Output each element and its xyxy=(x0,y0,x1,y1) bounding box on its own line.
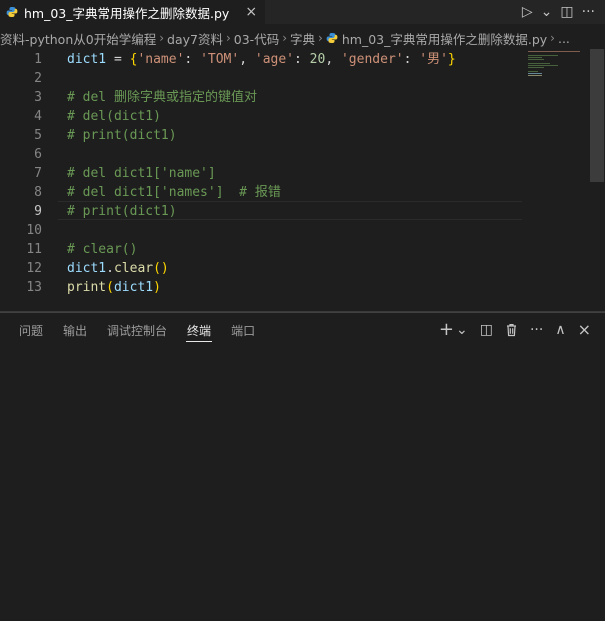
code-text: # print(dict1) xyxy=(67,204,177,219)
editor-actions: ▷ ⌄ ◫ ··· xyxy=(522,0,605,24)
line-number: 1 xyxy=(34,52,42,67)
close-icon[interactable]: × xyxy=(245,5,257,19)
chevron-right-icon: › xyxy=(282,31,288,45)
line-number: 10 xyxy=(26,223,42,238)
breadcrumb-item-folder-4[interactable]: 字典 xyxy=(290,29,315,48)
code-text: dict1.clear() xyxy=(67,261,169,276)
breadcrumb: 资料-python从0开始学编程 › day7资料 › 03-代码 › 字典 ›… xyxy=(0,27,605,49)
tab-output[interactable]: 输出 xyxy=(62,313,88,347)
chevron-right-icon: › xyxy=(225,31,231,45)
code-line[interactable]: 13 print(dict1) xyxy=(0,278,520,297)
more-actions-icon[interactable]: ··· xyxy=(582,5,595,19)
editor-tab-bar: hm_03_字典常用操作之删除数据.py × ▷ ⌄ ◫ ··· xyxy=(0,0,605,24)
code-line-active[interactable]: 9 # print(dict1) xyxy=(0,202,520,221)
line-number: 9 xyxy=(34,204,42,219)
bottom-panel: 问题 输出 调试控制台 终端 端口 + ⌄ ◫ ··· ∧ × xyxy=(0,312,605,621)
code-line[interactable]: 2 xyxy=(0,69,520,88)
code-line[interactable]: 7 # del dict1['name'] xyxy=(0,164,520,183)
code-text: # del 删除字典或指定的键值对 xyxy=(67,90,257,105)
panel-tab-list: 问题 输出 调试控制台 终端 端口 xyxy=(0,313,256,347)
chevron-right-icon: › xyxy=(318,31,323,45)
line-number: 13 xyxy=(26,280,42,295)
code-editor[interactable]: 1 dict1 = {'name': 'TOM', 'age': 20, 'ge… xyxy=(0,49,605,312)
line-number: 12 xyxy=(26,261,42,276)
line-number: 11 xyxy=(26,242,42,257)
code-line[interactable]: 8 # del dict1['names'] # 报错 xyxy=(0,183,520,202)
split-terminal-icon[interactable]: ◫ xyxy=(480,323,493,337)
line-number: 5 xyxy=(34,128,42,143)
vertical-scrollbar[interactable] xyxy=(590,49,604,182)
editor-tab[interactable]: hm_03_字典常用操作之删除数据.py × xyxy=(0,0,267,24)
code-text: # del(dict1) xyxy=(67,109,161,124)
editor-tab-label: hm_03_字典常用操作之删除数据.py xyxy=(24,5,230,21)
breadcrumb-item-folder-2[interactable]: day7资料 xyxy=(167,29,223,48)
trash-icon[interactable] xyxy=(505,323,518,337)
line-number: 8 xyxy=(34,185,42,200)
chevron-up-icon[interactable]: ∧ xyxy=(555,323,565,337)
line-number: 6 xyxy=(34,147,42,162)
more-actions-icon[interactable]: ··· xyxy=(530,323,543,337)
code-text: print(dict1) xyxy=(67,280,161,295)
plus-icon[interactable]: + xyxy=(439,321,454,339)
chevron-down-icon[interactable]: ⌄ xyxy=(456,323,468,337)
chevron-right-icon: › xyxy=(159,31,165,45)
code-text: # clear() xyxy=(67,242,138,257)
code-text: # del dict1['names'] # 报错 xyxy=(67,185,281,200)
breadcrumb-item-symbol[interactable]: ... xyxy=(558,31,570,46)
split-editor-icon[interactable]: ◫ xyxy=(560,5,573,19)
python-file-icon xyxy=(6,6,18,18)
panel-actions: + ⌄ ◫ ··· ∧ × xyxy=(439,313,591,347)
code-line[interactable]: 1 dict1 = {'name': 'TOM', 'age': 20, 'ge… xyxy=(0,50,520,69)
tab-terminal[interactable]: 终端 xyxy=(186,313,213,347)
tab-debug-console[interactable]: 调试控制台 xyxy=(106,313,168,347)
python-file-icon xyxy=(326,32,338,44)
line-number: 7 xyxy=(34,166,42,181)
code-text: dict1 = {'name': 'TOM', 'age': 20, 'gend… xyxy=(67,52,456,67)
chevron-right-icon: › xyxy=(550,31,555,45)
code-text: # print(dict1) xyxy=(67,128,177,143)
code-line[interactable]: 5 # print(dict1) xyxy=(0,126,520,145)
code-line[interactable]: 6 xyxy=(0,145,520,164)
breadcrumb-item-file[interactable]: hm_03_字典常用操作之删除数据.py xyxy=(326,29,547,48)
breadcrumb-item-folder-1[interactable]: 资料-python从0开始学编程 xyxy=(0,29,156,48)
run-icon[interactable]: ▷ xyxy=(522,5,533,19)
line-number: 2 xyxy=(34,71,42,86)
close-icon[interactable]: × xyxy=(578,322,591,338)
line-number: 3 xyxy=(34,90,42,105)
minimap[interactable] xyxy=(528,49,588,119)
chevron-down-icon[interactable]: ⌄ xyxy=(541,5,553,19)
tab-problems[interactable]: 问题 xyxy=(18,313,44,347)
code-line[interactable]: 3 # del 删除字典或指定的键值对 xyxy=(0,88,520,107)
tab-ports[interactable]: 端口 xyxy=(230,313,256,347)
code-line[interactable]: 11 # clear() xyxy=(0,240,520,259)
code-line[interactable]: 4 # del(dict1) xyxy=(0,107,520,126)
line-number: 4 xyxy=(34,109,42,124)
code-text: # del dict1['name'] xyxy=(67,166,216,181)
code-line[interactable]: 10 xyxy=(0,221,520,240)
code-line[interactable]: 12 dict1.clear() xyxy=(0,259,520,278)
breadcrumb-item-folder-3[interactable]: 03-代码 xyxy=(234,29,279,48)
